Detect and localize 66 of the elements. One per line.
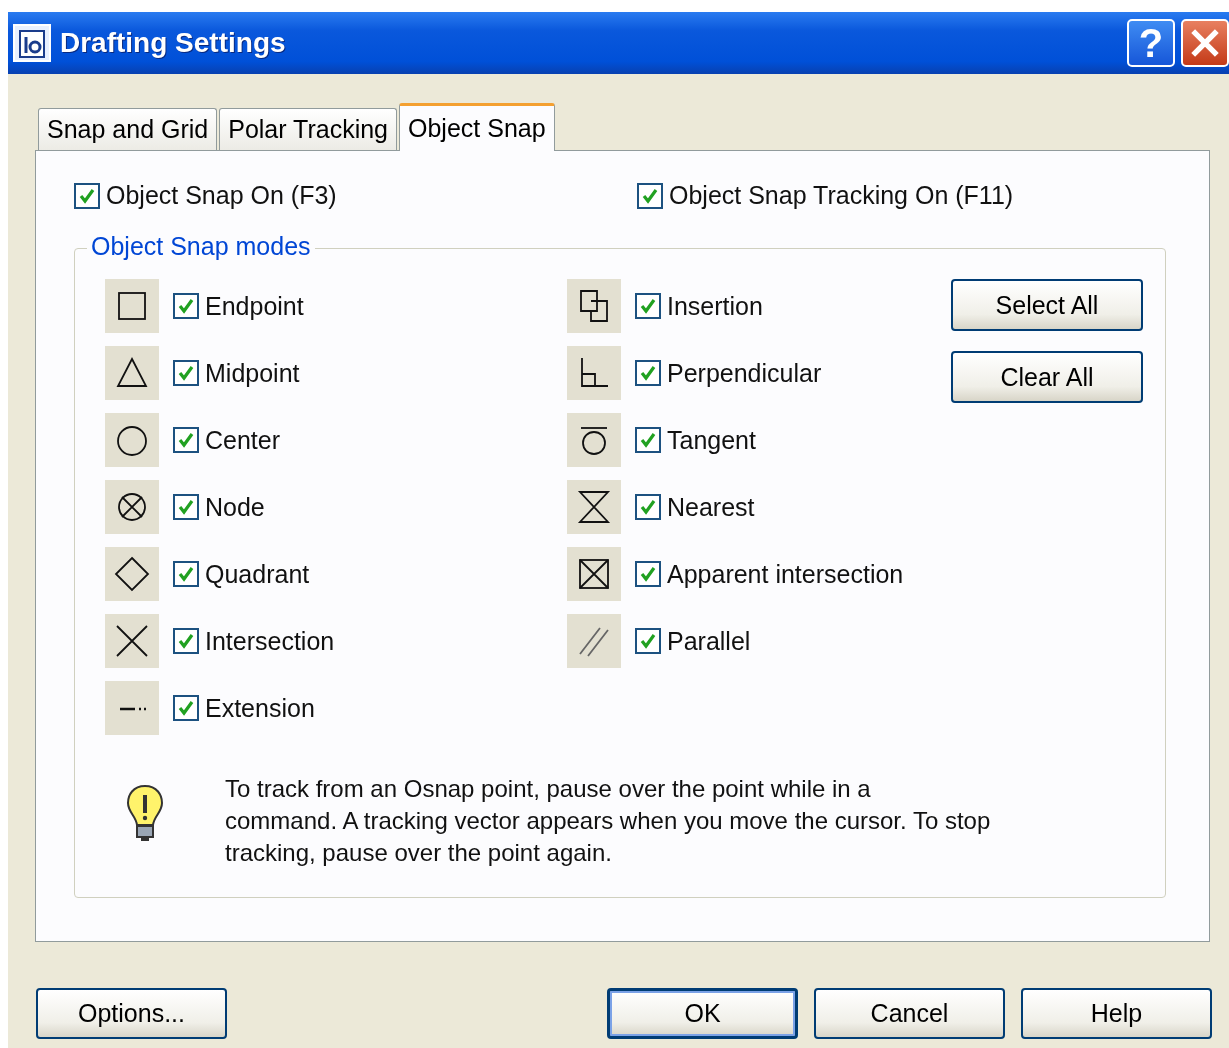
help-button[interactable]: ? bbox=[1127, 19, 1175, 67]
checkbox[interactable] bbox=[635, 360, 661, 386]
dash-icon bbox=[105, 681, 159, 735]
hourglass-icon bbox=[567, 480, 621, 534]
checkbox[interactable] bbox=[635, 293, 661, 319]
tab[interactable]: Polar Tracking bbox=[219, 108, 397, 150]
checkbox[interactable] bbox=[635, 561, 661, 587]
checkbox[interactable] bbox=[635, 628, 661, 654]
button[interactable]: Help bbox=[1021, 988, 1212, 1039]
checkbox-label: Perpendicular bbox=[667, 358, 822, 388]
checkbox[interactable] bbox=[173, 494, 199, 520]
checkbox[interactable] bbox=[173, 360, 199, 386]
checkbox[interactable] bbox=[635, 427, 661, 453]
button[interactable]: OK bbox=[607, 988, 798, 1039]
checkbox[interactable] bbox=[635, 494, 661, 520]
tab[interactable]: Snap and Grid bbox=[38, 108, 218, 150]
checkbox[interactable] bbox=[173, 561, 199, 587]
checkbox-label: Center bbox=[205, 425, 281, 455]
tab[interactable]: Object Snap bbox=[399, 103, 555, 151]
checkbox-label: Object Snap On (F3) bbox=[106, 181, 337, 210]
square-icon bbox=[105, 279, 159, 333]
checkbox-label: Apparent intersection bbox=[667, 559, 904, 589]
checkmark-icon bbox=[176, 698, 196, 718]
checkmark-icon bbox=[176, 296, 196, 316]
crossed-square-icon bbox=[567, 547, 621, 601]
close-button[interactable] bbox=[1181, 19, 1229, 67]
checkbox-label: Node bbox=[205, 492, 265, 522]
checkbox-label: Nearest bbox=[667, 492, 755, 522]
checkmark-icon bbox=[176, 363, 196, 383]
hint-text: To track from an Osnap point, pause over the point while in a command. A tracking vector appears when you move the cursor. To stop tracking, pause over the point again. bbox=[225, 774, 991, 868]
checkmark-icon bbox=[176, 631, 196, 651]
button[interactable]: Clear All bbox=[951, 351, 1143, 403]
checkbox[interactable] bbox=[173, 628, 199, 654]
stacked-squares-icon bbox=[567, 279, 621, 333]
checkmark-icon bbox=[638, 363, 658, 383]
checkbox-label: Endpoint bbox=[205, 291, 304, 321]
checkmark-icon bbox=[638, 497, 658, 517]
lightbulb-icon bbox=[125, 783, 165, 843]
checkmark-icon bbox=[176, 430, 196, 450]
right-angle-icon bbox=[567, 346, 621, 400]
checkbox[interactable] bbox=[74, 182, 100, 209]
checkbox-label: Extension bbox=[205, 693, 315, 723]
checkbox-label: Object Snap Tracking On (F11) bbox=[669, 181, 1014, 210]
parallel-lines-icon bbox=[567, 614, 621, 668]
button[interactable]: Select All bbox=[951, 279, 1143, 331]
checkbox[interactable] bbox=[173, 293, 199, 319]
x-icon bbox=[105, 614, 159, 668]
checkbox-label: Intersection bbox=[205, 626, 335, 656]
window-title: Drafting Settings bbox=[60, 27, 287, 59]
checkbox-label: Tangent bbox=[667, 425, 756, 455]
checkmark-icon bbox=[638, 564, 658, 584]
checkbox[interactable] bbox=[637, 182, 663, 209]
checkbox[interactable] bbox=[173, 427, 199, 453]
checkmark-icon bbox=[638, 430, 658, 450]
checkmark-icon bbox=[176, 497, 196, 517]
checkbox[interactable] bbox=[173, 695, 199, 721]
checkmark-icon bbox=[638, 296, 658, 316]
button[interactable]: Cancel bbox=[814, 988, 1005, 1039]
checkbox-label: Midpoint bbox=[205, 358, 300, 388]
checkbox-label: Insertion bbox=[667, 291, 763, 321]
app-icon bbox=[12, 23, 52, 63]
checkmark-icon bbox=[176, 564, 196, 584]
checkbox-label: Quadrant bbox=[205, 559, 310, 589]
checkbox-label: Parallel bbox=[667, 626, 751, 656]
checkmark-icon bbox=[638, 631, 658, 651]
button[interactable]: Options... bbox=[36, 988, 227, 1039]
